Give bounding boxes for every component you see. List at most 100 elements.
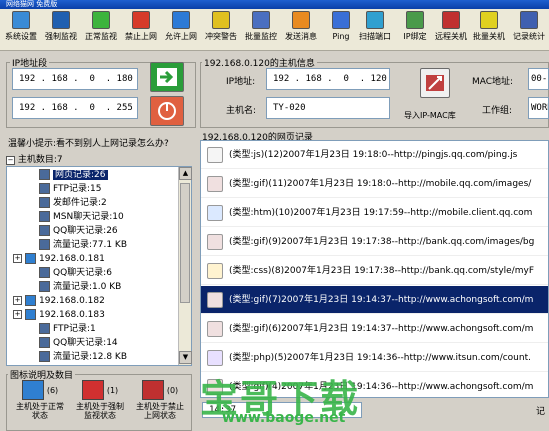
record-icon [39,323,50,334]
collapse-icon[interactable]: − [6,156,15,165]
tree-node[interactable]: 流量记录:12.8 KB [39,351,127,364]
legend-item: (6) 主机处于正常状态 [12,380,68,420]
monitor-normal-icon [92,11,110,29]
record-icon [39,169,50,180]
toolbar-button-0[interactable]: 系统设置 [2,11,40,49]
record-row[interactable]: (类型:gif)(6)2007年1月23日 19:14:37--http://w… [201,315,548,343]
records-list[interactable]: (类型:js)(12)2007年1月23日 19:18:0--http://pi… [200,140,549,398]
record-row[interactable]: (类型:htm)(10)2007年1月23日 19:17:59--http://… [201,199,548,227]
expand-icon[interactable]: + [13,254,22,263]
toolbar-button-12[interactable]: 批量关机 [470,11,508,49]
computer-status-icon [141,380,164,400]
record-row[interactable]: (类型:gif)(11)2007年1月23日 19:18:0--http://m… [201,170,548,198]
window-title: 网络猫网 免费版 [6,0,58,8]
legend-label: 主机处于强制监视状态 [76,402,124,420]
toolbar-button-4[interactable]: 允许上网 [162,11,200,49]
record-row[interactable]: (类型:gif)(7)2007年1月23日 19:14:37--http://w… [201,286,548,314]
tree-node-label: MSN聊天记录:10 [53,212,124,222]
tree-node-label: QQ聊天记录:6 [53,268,112,278]
expand-icon[interactable]: + [13,296,22,305]
toolbar-label: 正常监视 [85,32,117,41]
ip-end-field[interactable]: 192 . 168 . 0 . 255 [12,97,138,119]
tree-node[interactable]: +192.168.0.182 [13,295,105,308]
tree-node[interactable]: FTP记录:1 [39,323,96,336]
batch-monitor-icon [252,11,270,29]
tree-node[interactable]: 网页记录:26 [39,169,108,182]
toolbar-label: 允许上网 [165,32,197,41]
record-row[interactable]: (类型:css)(8)2007年1月23日 19:17:38--http://b… [201,257,548,285]
host-ip-field[interactable]: 192 . 168 . 0 . 120 [266,68,390,90]
record-icon [39,211,50,222]
toolbar-button-8[interactable]: Ping [322,11,360,49]
host-name-field[interactable]: TY-020 [266,97,390,119]
toolbar-button-6[interactable]: 批量监控 [242,11,280,49]
legend-item: (1) 主机处于强制监视状态 [72,380,128,420]
start-scan-button[interactable] [150,62,184,92]
toolbar-label: 扫描端口 [359,32,391,41]
toolbar-button-5[interactable]: 冲突警告 [202,11,240,49]
toolbar-button-11[interactable]: 远程关机 [432,11,470,49]
record-row[interactable]: (类型:js)(12)2007年1月23日 19:18:0--http://pi… [201,141,548,169]
toolbar-button-1[interactable]: 强制监视 [42,11,80,49]
ip-start-field[interactable]: 192 . 168 . 0 . 180 [12,68,138,90]
stop-scan-button[interactable] [150,96,184,126]
scroll-up-arrow[interactable]: ▲ [179,167,192,180]
workgroup-label: 工作组: [482,106,513,116]
toolbar-button-7[interactable]: 发送消息 [282,11,320,49]
tree-scrollbar[interactable]: ▲ ▼ [178,167,192,365]
tree-node[interactable]: QQ聊天记录:26 [39,225,118,238]
tree-node-label: 192.168.0.183 [39,310,105,320]
record-text: (类型:js)(12)2007年1月23日 19:18:0--http://pi… [229,150,518,160]
tree-root: − 主机数目:7 [6,152,63,165]
remote-shutdown-icon [442,11,460,29]
record-icon [39,351,50,362]
tree-node[interactable]: 流量记录:77.1 KB [39,239,127,252]
legend-label: 主机处于禁止上网状态 [136,402,184,420]
ie-page-icon [207,205,223,221]
image-icon [207,234,223,250]
scroll-down-arrow[interactable]: ▼ [179,351,192,364]
arrow-right-icon [157,68,177,86]
toolbar-button-9[interactable]: 扫描端口 [356,11,394,49]
stop-icon [158,102,176,120]
import-ip-mac-button[interactable] [420,68,450,98]
toolbar-label: 系统设置 [5,32,37,41]
toolbar-button-10[interactable]: IP绑定 [396,11,434,49]
toolbar-button-3[interactable]: 禁止上网 [122,11,160,49]
workgroup-field[interactable]: WORK [528,97,549,119]
tree-node[interactable]: QQ聊天记录:6 [39,267,112,280]
host-tree[interactable]: 网页记录:26 FTP记录:15 发邮件记录:2 MSN聊天记录:10 QQ聊天记录:2… [6,166,192,366]
record-icon [39,281,50,292]
record-icon [39,183,50,194]
tree-node[interactable]: 流量记录:1.0 KB [39,281,121,294]
toolbar-button-2[interactable]: 正常监视 [82,11,120,49]
record-text: (类型:gif)(9)2007年1月23日 19:17:38--http://b… [229,237,535,247]
tree-node[interactable]: MSN聊天记录:10 [39,211,124,224]
toolbar-label: 记录统计 [513,32,545,41]
computer-status-icon [81,380,104,400]
tree-node[interactable]: 发邮件记录:2 [39,197,107,210]
toolbar-label: 强制监视 [45,32,77,41]
scroll-thumb[interactable] [180,183,190,303]
tree-node[interactable]: +192.168.0.181 [13,253,105,266]
ip-bind-icon [406,11,424,29]
import-ip-mac-label: 导入IP-MAC库 [404,111,456,120]
import-icon [426,75,444,91]
record-icon [39,267,50,278]
legend-item: (0) 主机处于禁止上网状态 [132,380,188,420]
mac-field[interactable]: 00-1 [528,68,549,90]
tree-node[interactable]: +192.168.0.183 [13,309,105,322]
toolbar-button-13[interactable]: 记录统计 [510,11,548,49]
mac-label: MAC地址: [472,77,514,87]
tree-node-label: FTP记录:1 [53,324,96,334]
tip-text[interactable]: 温馨小提示:看不到别人上网记录怎么办? [8,136,169,149]
record-row[interactable]: (类型:gif)(9)2007年1月23日 19:17:38--http://b… [201,228,548,256]
title-bar: 网络猫网 免费版 [0,0,549,9]
record-text: (类型:gif)(11)2007年1月23日 19:18:0--http://m… [229,179,532,189]
tree-node-label: 192.168.0.181 [39,254,105,264]
expand-icon[interactable]: + [13,310,22,319]
tree-node[interactable]: QQ聊天记录:14 [39,337,118,350]
tree-node-label: 网页记录:26 [53,170,108,180]
tree-node[interactable]: FTP记录:15 [39,183,101,196]
send-message-icon [292,11,310,29]
